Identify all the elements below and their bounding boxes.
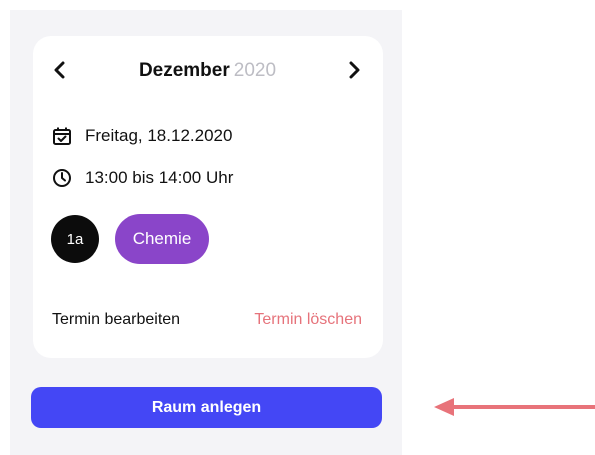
- class-badge: 1a: [51, 215, 99, 263]
- arrow-left-icon: [434, 398, 595, 416]
- appointment-time-row: 13:00 bis 14:00 Uhr: [52, 166, 233, 190]
- previous-month-button[interactable]: [49, 58, 71, 82]
- appointment-card: [33, 36, 383, 358]
- subject-badge: Chemie: [115, 214, 209, 264]
- appointment-date: Freitag, 18.12.2020: [85, 126, 233, 145]
- create-room-button[interactable]: Raum anlegen: [31, 387, 382, 428]
- calendar-check-icon: [52, 126, 72, 146]
- appointment-date-row: Freitag, 18.12.2020: [52, 124, 232, 148]
- clock-icon: [52, 168, 72, 188]
- edit-appointment-link[interactable]: Termin bearbeiten: [52, 311, 180, 329]
- next-month-button[interactable]: [343, 58, 365, 82]
- chevron-left-icon: [54, 61, 65, 79]
- appointment-time: 13:00 bis 14:00 Uhr: [85, 168, 234, 187]
- month-label: Dezember: [138, 60, 230, 81]
- chevron-right-icon: [349, 61, 360, 79]
- delete-appointment-link[interactable]: Termin löschen: [254, 311, 362, 329]
- month-title: Dezember 2020: [100, 58, 315, 84]
- year-label: 2020: [233, 60, 277, 81]
